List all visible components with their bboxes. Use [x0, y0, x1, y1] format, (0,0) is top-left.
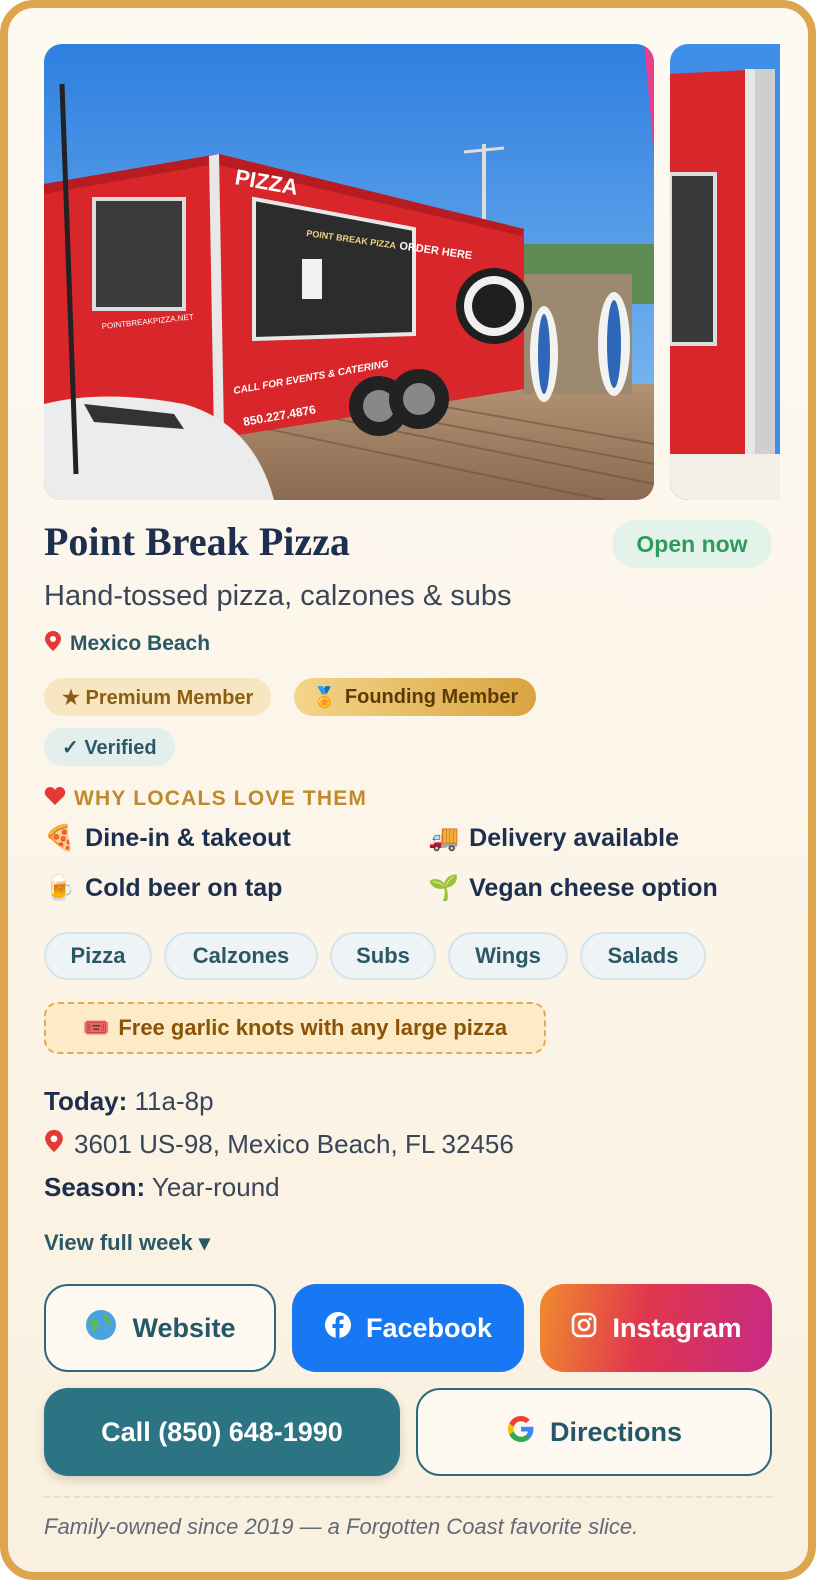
- location-label: Mexico Beach: [70, 632, 211, 655]
- google-icon: [506, 1414, 536, 1451]
- photo-gallery[interactable]: PIZZA POINT BREAK PIZZA ORDER HERE POINT…: [44, 44, 780, 500]
- food-truck-photo-2: [670, 44, 780, 500]
- footer-divider: [44, 1496, 772, 1498]
- heart-icon: [44, 786, 66, 812]
- facebook-button[interactable]: Facebook: [292, 1284, 524, 1372]
- open-status-badge: Open now: [612, 520, 772, 568]
- globe-icon: [84, 1308, 118, 1349]
- pin-icon: [44, 630, 62, 658]
- gallery-photo-next[interactable]: [670, 44, 780, 500]
- instagram-button[interactable]: Instagram: [540, 1284, 772, 1372]
- feature-label: Dine-in & takeout: [85, 824, 291, 852]
- ticket-icon: 🎟️: [82, 1015, 111, 1040]
- listing-card: PIZZA POINT BREAK PIZZA ORDER HERE POINT…: [0, 0, 816, 1580]
- address-row: 3601 US-98, Mexico Beach, FL 32456: [44, 1128, 514, 1161]
- premium-member-badge: ★ Premium Member: [44, 678, 272, 716]
- promo-text: Free garlic knots with any large pizza: [118, 1015, 508, 1040]
- feature-item: 🍕 Dine-in & takeout: [44, 824, 291, 853]
- website-label: Website: [132, 1312, 236, 1343]
- season-label: Season:: [44, 1172, 146, 1202]
- listing-title: Point Break Pizza: [44, 519, 350, 564]
- facebook-label: Facebook: [365, 1312, 493, 1343]
- category-tag-wings[interactable]: Wings: [448, 932, 568, 980]
- view-full-week-toggle[interactable]: View full week ▾: [44, 1230, 210, 1256]
- location-link[interactable]: Mexico Beach: [44, 630, 210, 658]
- season-value: Year-round: [151, 1172, 280, 1202]
- category-tag-calzones[interactable]: Calzones: [164, 932, 318, 980]
- feature-label: Delivery available: [469, 824, 680, 852]
- category-tag-subs[interactable]: Subs: [330, 932, 436, 980]
- feature-item: 🍺 Cold beer on tap: [44, 874, 282, 903]
- category-tag-pizza[interactable]: Pizza: [44, 932, 152, 980]
- hours-today-label: Today:: [44, 1086, 128, 1116]
- why-locals-label: WHY LOCALS LOVE THEM: [74, 787, 368, 810]
- feature-item: 🚚 Delivery available: [428, 824, 679, 853]
- medal-icon: 🏅: [312, 686, 337, 709]
- beer-icon: 🍺: [44, 874, 76, 902]
- pin-icon: [44, 1128, 64, 1161]
- category-tag-salads[interactable]: Salads: [580, 932, 706, 980]
- call-button[interactable]: Call (850) 648-1990: [44, 1388, 400, 1476]
- feature-label: Vegan cheese option: [469, 874, 718, 902]
- address-text: 3601 US-98, Mexico Beach, FL 32456: [74, 1129, 514, 1159]
- directions-button[interactable]: Directions: [416, 1388, 772, 1476]
- why-locals-heading: WHY LOCALS LOVE THEM: [44, 786, 367, 812]
- footer-note: Family-owned since 2019 — a Forgotten Co…: [44, 1514, 639, 1539]
- season-row: Season: Year-round: [44, 1172, 280, 1203]
- truck-icon: 🚚: [428, 824, 460, 852]
- facebook-icon: [324, 1311, 352, 1346]
- feature-item: 🌱 Vegan cheese option: [428, 874, 718, 903]
- instagram-icon: [570, 1311, 598, 1346]
- feature-label: Cold beer on tap: [85, 874, 283, 902]
- gallery-photo-main[interactable]: PIZZA POINT BREAK PIZZA ORDER HERE POINT…: [44, 44, 654, 500]
- food-truck-photo: PIZZA POINT BREAK PIZZA ORDER HERE POINT…: [44, 44, 654, 500]
- listing-tagline: Hand-tossed pizza, calzones & subs: [44, 580, 512, 612]
- website-button[interactable]: Website: [44, 1284, 276, 1372]
- directions-label: Directions: [549, 1416, 683, 1447]
- promo-banner: 🎟️ Free garlic knots with any large pizz…: [44, 1002, 546, 1054]
- instagram-label: Instagram: [612, 1312, 742, 1343]
- hours-today: Today: 11a-8p: [44, 1086, 214, 1117]
- verified-badge: ✓ Verified: [44, 728, 175, 766]
- seedling-icon: 🌱: [428, 874, 460, 902]
- hours-today-value: 11a-8p: [134, 1086, 214, 1116]
- founding-member-badge: 🏅 Founding Member: [294, 678, 537, 716]
- founding-member-label: Founding Member: [344, 685, 519, 708]
- pizza-icon: 🍕: [44, 824, 76, 852]
